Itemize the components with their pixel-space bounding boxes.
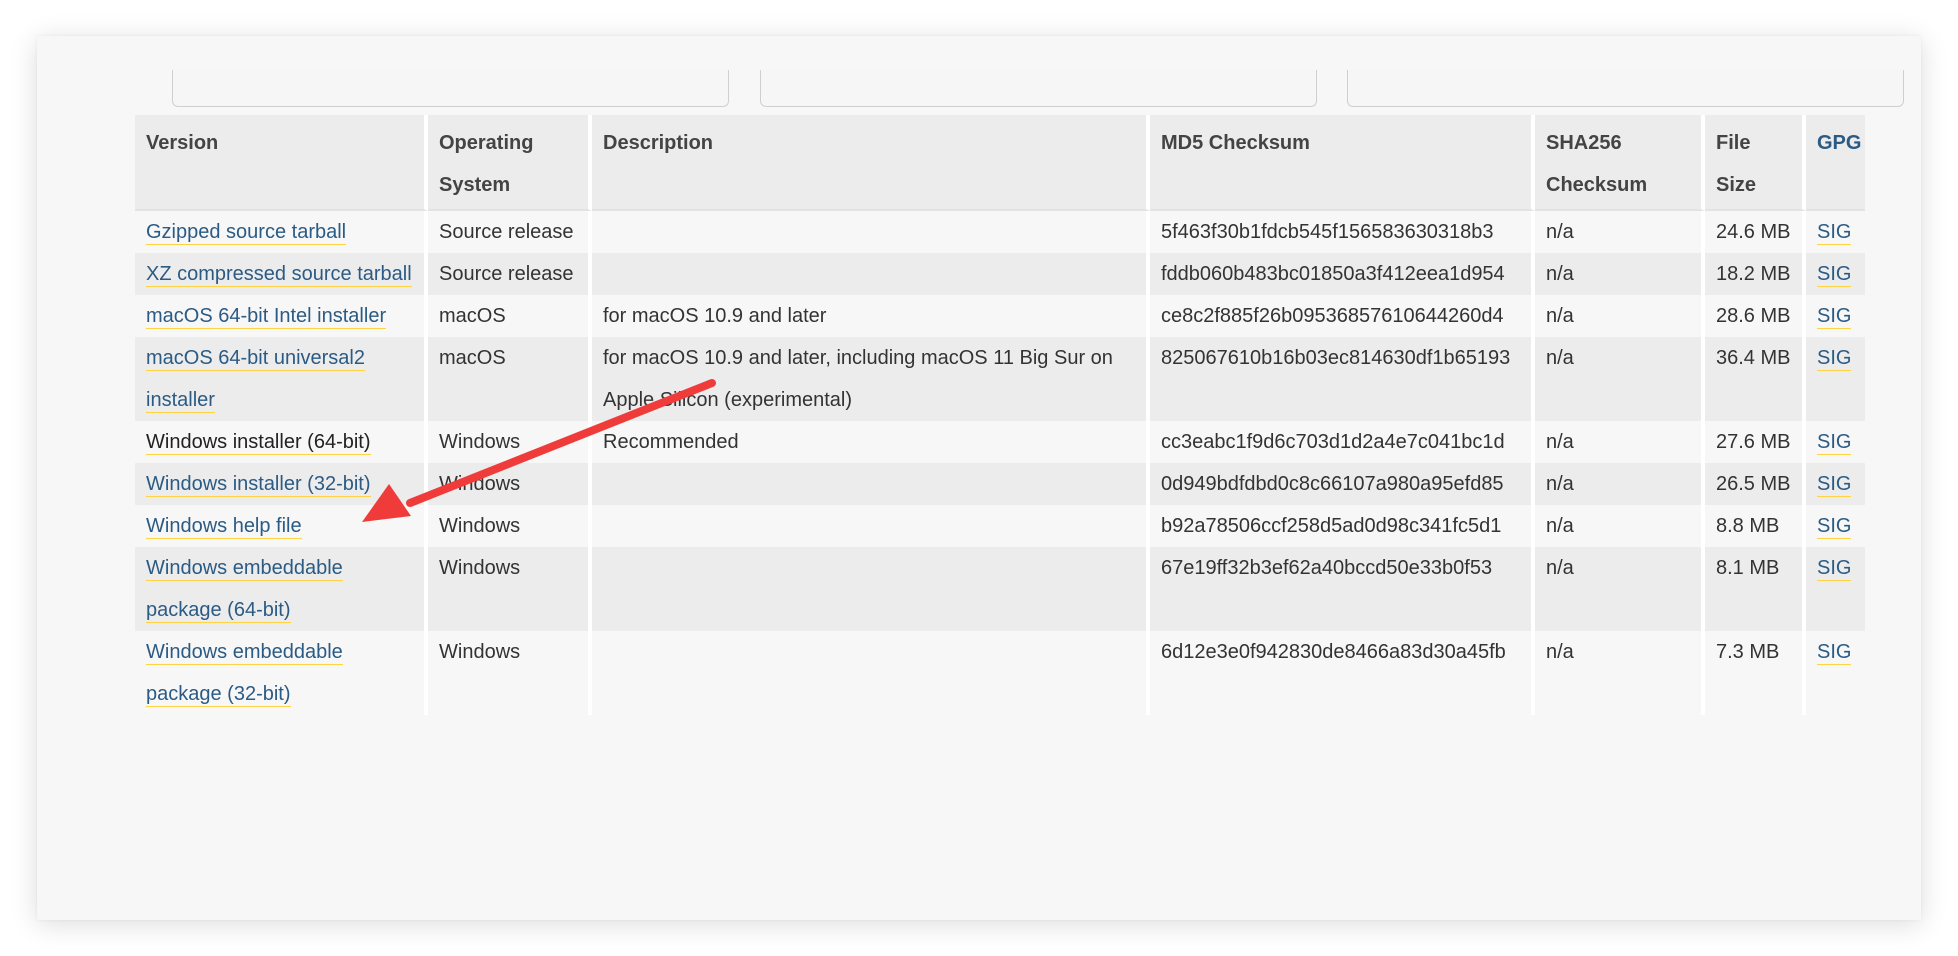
description-cell: [592, 547, 1150, 631]
os-cell: Windows: [428, 421, 592, 463]
download-link-macos-universal2[interactable]: macOS 64-bit universal2 installer: [146, 347, 365, 413]
header-file-size: File Size: [1705, 115, 1806, 211]
header-md5: MD5 Checksum: [1150, 115, 1535, 211]
table-row: Windows installer (64-bit) Windows Recom…: [135, 421, 1865, 463]
os-cell: macOS: [428, 337, 592, 421]
size-cell: 7.3 MB: [1705, 631, 1806, 715]
sha256-cell: n/a: [1535, 631, 1705, 715]
sig-link[interactable]: SIG: [1817, 641, 1852, 665]
sig-link[interactable]: SIG: [1817, 431, 1852, 455]
table-row: Windows help file Windows b92a78506ccf25…: [135, 505, 1865, 547]
md5-cell: 67e19ff32b3ef62a40bccd50e33b0f53: [1150, 547, 1535, 631]
sig-link[interactable]: SIG: [1817, 347, 1852, 371]
sha256-cell: n/a: [1535, 295, 1705, 337]
download-link-xz-tarball[interactable]: XZ compressed source tarball: [146, 263, 412, 287]
download-link-windows-installer-64[interactable]: Windows installer (64-bit): [146, 431, 371, 455]
os-cell: Windows: [428, 547, 592, 631]
table-row: Windows installer (32-bit) Windows 0d949…: [135, 463, 1865, 505]
table-row: macOS 64-bit Intel installer macOS for m…: [135, 295, 1865, 337]
download-link-gzipped-tarball[interactable]: Gzipped source tarball: [146, 221, 347, 245]
download-link-macos-intel[interactable]: macOS 64-bit Intel installer: [146, 305, 387, 329]
os-cell: Windows: [428, 631, 592, 715]
sig-link[interactable]: SIG: [1817, 221, 1852, 245]
description-cell: [592, 211, 1150, 253]
table-row: XZ compressed source tarball Source rele…: [135, 253, 1865, 295]
download-link-windows-embeddable-32[interactable]: Windows embeddable package (32-bit): [146, 641, 343, 707]
md5-cell: cc3eabc1f9d6c703d1d2a4e7c041bc1d: [1150, 421, 1535, 463]
header-gpg: GPG: [1806, 115, 1865, 211]
download-link-windows-help-file[interactable]: Windows help file: [146, 515, 302, 539]
sig-link[interactable]: SIG: [1817, 263, 1852, 287]
table-row: macOS 64-bit universal2 installer macOS …: [135, 337, 1865, 421]
sha256-cell: n/a: [1535, 211, 1705, 253]
md5-cell: ce8c2f885f26b09536857610644260d4: [1150, 295, 1535, 337]
md5-cell: b92a78506ccf258d5ad0d98c341fc5d1: [1150, 505, 1535, 547]
table-row: Windows embeddable package (64-bit) Wind…: [135, 547, 1865, 631]
top-card-3: [1347, 70, 1904, 107]
sha256-cell: n/a: [1535, 505, 1705, 547]
size-cell: 27.6 MB: [1705, 421, 1806, 463]
table-row: Windows embeddable package (32-bit) Wind…: [135, 631, 1865, 715]
size-cell: 8.1 MB: [1705, 547, 1806, 631]
os-cell: Windows: [428, 505, 592, 547]
top-card-2: [760, 70, 1317, 107]
size-cell: 36.4 MB: [1705, 337, 1806, 421]
os-cell: Source release: [428, 211, 592, 253]
md5-cell: fddb060b483bc01850a3f412eea1d954: [1150, 253, 1535, 295]
size-cell: 18.2 MB: [1705, 253, 1806, 295]
size-cell: 26.5 MB: [1705, 463, 1806, 505]
md5-cell: 825067610b16b03ec814630df1b65193: [1150, 337, 1535, 421]
top-card-1: [172, 70, 729, 107]
os-cell: macOS: [428, 295, 592, 337]
description-cell: for macOS 10.9 and later, including macO…: [592, 337, 1150, 421]
md5-cell: 5f463f30b1fdcb545f156583630318b3: [1150, 211, 1535, 253]
table-row: Gzipped source tarball Source release 5f…: [135, 211, 1865, 253]
gpg-link[interactable]: GPG: [1817, 132, 1861, 154]
download-link-windows-embeddable-64[interactable]: Windows embeddable package (64-bit): [146, 557, 343, 623]
size-cell: 8.8 MB: [1705, 505, 1806, 547]
os-cell: Windows: [428, 463, 592, 505]
header-operating-system: Operating System: [428, 115, 592, 211]
md5-cell: 0d949bdfdbd0c8c66107a980a95efd85: [1150, 463, 1535, 505]
sig-link[interactable]: SIG: [1817, 515, 1852, 539]
files-table: Version Operating System Description MD5…: [135, 115, 1865, 715]
sha256-cell: n/a: [1535, 421, 1705, 463]
sig-link[interactable]: SIG: [1817, 473, 1852, 497]
sha256-cell: n/a: [1535, 253, 1705, 295]
header-version: Version: [135, 115, 428, 211]
header-description: Description: [592, 115, 1150, 211]
description-cell: for macOS 10.9 and later: [592, 295, 1150, 337]
header-sha256: SHA256 Checksum: [1535, 115, 1705, 211]
sha256-cell: n/a: [1535, 463, 1705, 505]
size-cell: 28.6 MB: [1705, 295, 1806, 337]
download-link-windows-installer-32[interactable]: Windows installer (32-bit): [146, 473, 371, 497]
size-cell: 24.6 MB: [1705, 211, 1806, 253]
table-header-row: Version Operating System Description MD5…: [135, 115, 1865, 211]
sha256-cell: n/a: [1535, 337, 1705, 421]
sha256-cell: n/a: [1535, 547, 1705, 631]
sig-link[interactable]: SIG: [1817, 557, 1852, 581]
description-cell: [592, 463, 1150, 505]
description-cell: Recommended: [592, 421, 1150, 463]
description-cell: [592, 505, 1150, 547]
md5-cell: 6d12e3e0f942830de8466a83d30a45fb: [1150, 631, 1535, 715]
os-cell: Source release: [428, 253, 592, 295]
description-cell: [592, 253, 1150, 295]
description-cell: [592, 631, 1150, 715]
sig-link[interactable]: SIG: [1817, 305, 1852, 329]
